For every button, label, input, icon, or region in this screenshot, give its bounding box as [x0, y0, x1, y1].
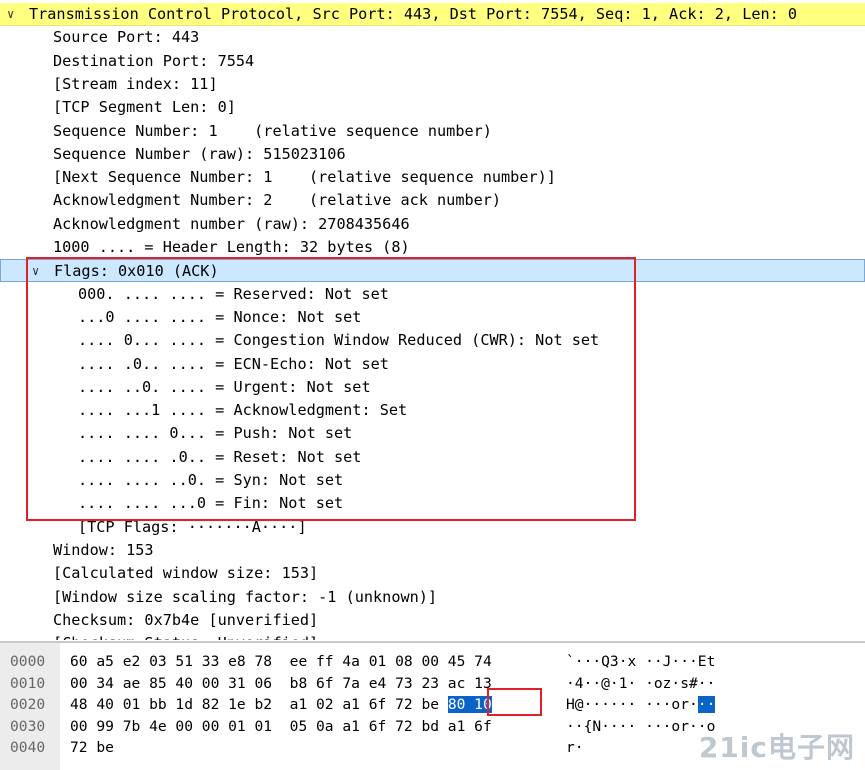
expand-chevron-icon[interactable]: ∨ [7, 3, 14, 26]
tree-row-label: 000. .... .... = Reserved: Not set [78, 284, 389, 303]
hex-offset: 0010 [10, 674, 46, 692]
tree-row[interactable]: [Stream index: 11] [0, 73, 865, 96]
hex-bytes[interactable]: 48 40 01 bb 1d 82 1e b2 a1 02 a1 6f 72 b… [70, 694, 492, 715]
tree-row-label: .... .... ..0. = Syn: Not set [78, 471, 344, 489]
tree-row-label: [Calculated window size: 153] [53, 564, 319, 583]
hex-bytes[interactable]: 60 a5 e2 03 51 33 e8 78 ee ff 4a 01 08 0… [70, 651, 492, 672]
tree-row-label: .... .... .0.. = Reset: Not set [78, 447, 362, 466]
tree-row[interactable]: Window: 153 [0, 539, 865, 562]
tree-row[interactable]: ∨ Transmission Control Protocol, Src Port… [0, 3, 865, 26]
tree-row[interactable]: [TCP Segment Len: 0] [0, 96, 865, 119]
tree-row-label: .... .0.. .... = ECN-Echo: Not set [78, 354, 389, 373]
tree-row-label: Window: 153 [53, 540, 154, 559]
hex-offset: 0020 [10, 696, 46, 713]
ascii-unselected[interactable]: H@······ ···or· [566, 696, 698, 713]
tree-row[interactable]: .... .0.. .... = ECN-Echo: Not set [0, 353, 865, 376]
tree-row-label: [Next Sequence Number: 1 (relative seque… [53, 168, 556, 187]
ascii-dump[interactable]: r· [566, 737, 584, 758]
tree-row-label: Flags: 0x010 (ACK) [54, 262, 219, 281]
tree-row[interactable]: .... .... ...0 = Fin: Not set [0, 492, 865, 515]
tree-row[interactable]: .... 0... .... = Congestion Window Reduc… [0, 329, 865, 352]
tree-row-label: Acknowledgment number (raw): 2708435646 [53, 214, 410, 233]
tree-row-label: .... ...1 .... = Acknowledgment: Set [78, 401, 408, 420]
tree-row[interactable]: [Next Sequence Number: 1 (relative seque… [0, 166, 865, 189]
ascii-selected[interactable]: ·· [697, 696, 716, 713]
tree-row[interactable]: Acknowledgment Number: 2 (relative ack n… [0, 189, 865, 212]
tree-row[interactable]: 1000 .... = Header Length: 32 bytes (8) [0, 236, 865, 259]
tree-row-label: .... .... ...0 = Fin: Not set [78, 494, 344, 513]
tree-row-label: .... ..0. .... = Urgent: Not set [78, 377, 371, 396]
tree-row-label: [Checksum Status: Unverified] [53, 632, 318, 640]
tree-row-label: [Stream index: 11] [53, 74, 218, 93]
hex-bytes[interactable]: 00 34 ae 85 40 00 31 06 b8 6f 7a e4 73 2… [70, 673, 492, 694]
tree-row[interactable]: [Calculated window size: 153] [0, 562, 865, 585]
tree-row-label: Source Port: 443 [53, 28, 200, 47]
tree-row-label: Transmission Control Protocol, Src Port:… [29, 5, 798, 23]
tree-row-label: [Window size scaling factor: -1 (unknown… [53, 587, 438, 606]
tree-row[interactable]: 000. .... .... = Reserved: Not set [0, 283, 865, 306]
packet-details-tree[interactable]: ∨ Transmission Control Protocol, Src Port… [0, 0, 865, 640]
hex-bytes[interactable]: 00 99 7b 4e 00 00 01 01 05 0a a1 6f 72 b… [70, 716, 492, 737]
tree-row[interactable]: Checksum: 0x7b4e [unverified] [0, 609, 865, 632]
tree-row[interactable]: .... .... ..0. = Syn: Not set [0, 469, 865, 492]
tree-row[interactable]: ...0 .... .... = Nonce: Not set [0, 306, 865, 329]
hex-offset: 0030 [10, 717, 46, 735]
hex-bytes[interactable]: 72 be [70, 737, 114, 758]
tree-row-label: .... .... 0... = Push: Not set [78, 424, 353, 443]
tree-row-label: Sequence Number (raw): 515023106 [53, 144, 346, 163]
tree-row-label: [TCP Segment Len: 0] [53, 98, 236, 117]
tree-row-label: .... 0... .... = Congestion Window Reduc… [78, 331, 600, 350]
hex-bytes-unselected[interactable]: 48 40 01 bb 1d 82 1e b2 a1 02 a1 6f 72 b… [70, 696, 448, 713]
tree-row-label: Destination Port: 7554 [53, 51, 255, 70]
tree-row[interactable]: [TCP Flags: ·······A····] [0, 516, 865, 539]
hex-row[interactable]: 0020 48 40 01 bb 1d 82 1e b2 a1 02 a1 6f … [0, 694, 865, 715]
tree-row-label: Acknowledgment Number: 2 (relative ack n… [53, 191, 502, 210]
tree-row-label: Checksum: 0x7b4e [unverified] [53, 610, 319, 629]
hex-bytes-selected[interactable]: 80 10 [447, 696, 492, 713]
ascii-dump[interactable]: ·4··@·1· ·oz·s#·· [566, 673, 715, 694]
tree-row[interactable]: .... .... 0... = Push: Not set [0, 422, 865, 445]
tree-row[interactable]: [Window size scaling factor: -1 (unknown… [0, 586, 865, 609]
hex-row[interactable]: 0000 60 a5 e2 03 51 33 e8 78 ee ff 4a 01 … [0, 651, 865, 672]
tree-row[interactable]: Sequence Number: 1 (relative sequence nu… [0, 120, 865, 143]
hex-row[interactable]: 0010 00 34 ae 85 40 00 31 06 b8 6f 7a e4 … [0, 673, 865, 694]
tree-row[interactable]: Source Port: 443 [0, 26, 865, 49]
tree-row[interactable]: .... ..0. .... = Urgent: Not set [0, 376, 865, 399]
hex-offset: 0040 [10, 739, 46, 756]
ascii-dump[interactable]: `···Q3·x ··J···Et [566, 651, 715, 672]
ascii-dump[interactable]: ··{N···· ···or··o [566, 716, 715, 737]
hex-offset: 0000 [10, 653, 46, 670]
tree-row[interactable]: [Checksum Status: Unverified] [0, 632, 865, 640]
tree-row[interactable]: Acknowledgment number (raw): 2708435646 [0, 213, 865, 236]
tree-row-label: Sequence Number: 1 (relative sequence nu… [53, 121, 492, 140]
tree-row-label: 1000 .... = Header Length: 32 bytes (8) [53, 238, 410, 256]
tree-row[interactable]: Destination Port: 7554 [0, 50, 865, 73]
tree-row[interactable]: ∨ Flags: 0x010 (ACK) [0, 259, 865, 283]
tree-row-label: [TCP Flags: ·······A····] [78, 517, 307, 536]
tree-row-label: ...0 .... .... = Nonce: Not set [78, 307, 362, 326]
expand-chevron-icon[interactable]: ∨ [32, 260, 39, 283]
ascii-dump[interactable]: H@······ ···or··· [566, 694, 716, 715]
tree-row[interactable]: Sequence Number (raw): 515023106 [0, 143, 865, 166]
tree-row[interactable]: .... ...1 .... = Acknowledgment: Set [0, 399, 865, 422]
tree-row[interactable]: .... .... .0.. = Reset: Not set [0, 446, 865, 469]
watermark-logo: 21ic电子网 [698, 731, 855, 764]
